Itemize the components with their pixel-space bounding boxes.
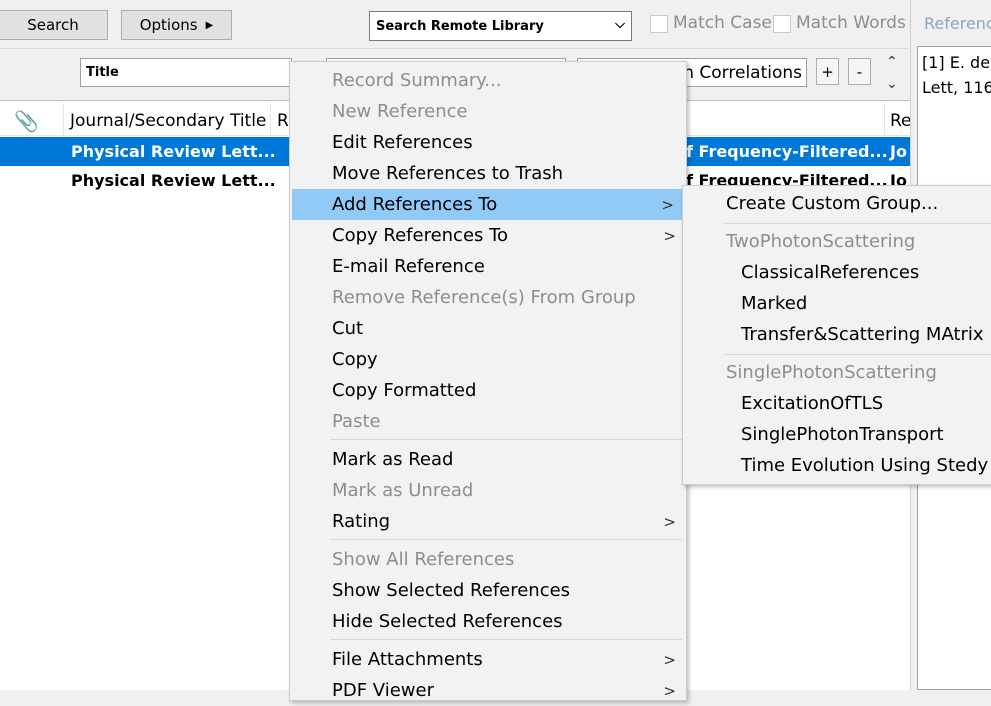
menu-item-label: Cut [332, 318, 364, 339]
triangle-right-icon: ▶ [205, 19, 214, 31]
menu-item-remove-from-group[interactable]: Remove Reference(s) From Group [290, 282, 686, 313]
menu-separator [330, 639, 682, 640]
search-field-select[interactable]: Title [80, 58, 292, 87]
group-item[interactable]: Time Evolution Using Stedy R [741, 455, 991, 476]
menu-item-label: Record Summary... [332, 70, 502, 91]
reference-tab[interactable]: Reference [924, 14, 991, 33]
submenu-separator [723, 223, 991, 224]
create-custom-group-item[interactable]: Create Custom Group... [726, 193, 938, 214]
menu-item-new-reference[interactable]: New Reference [290, 96, 686, 127]
menu-item-copy-references-to[interactable]: Copy References To > [290, 220, 686, 251]
chevron-down-icon: ⌵ [615, 17, 625, 32]
menu-item-label: Paste [332, 411, 381, 432]
menu-item-move-to-trash[interactable]: Move References to Trash [290, 158, 686, 189]
menu-item-file-attachments[interactable]: File Attachments > [290, 644, 686, 675]
paperclip-icon[interactable]: 📎 [14, 109, 39, 133]
menu-item-label: Mark as Read [332, 449, 454, 470]
menu-item-copy[interactable]: Copy [290, 344, 686, 375]
column-header-re[interactable]: Re [890, 111, 912, 131]
menu-item-label: Copy References To [332, 225, 509, 246]
menu-item-label: File Attachments [332, 649, 483, 670]
chevron-right-icon: > [663, 650, 676, 669]
menu-item-label: Show Selected References [332, 580, 571, 601]
remote-library-select-value: Search Remote Library [376, 18, 544, 34]
menu-item-copy-formatted[interactable]: Copy Formatted [290, 375, 686, 406]
chevron-right-icon: > [663, 226, 676, 245]
menu-item-label: Hide Selected References [332, 611, 563, 632]
menu-item-label: Copy [332, 349, 378, 370]
options-button[interactable]: Options ▶ [121, 10, 232, 40]
menu-item-label: Rating [332, 511, 391, 532]
menu-item-label: E-mail Reference [332, 256, 485, 277]
options-button-label: Options [139, 16, 198, 34]
remote-library-select[interactable]: Search Remote Library ⌵ [369, 11, 632, 41]
menu-item-pdf-viewer[interactable]: PDF Viewer > [290, 675, 686, 706]
group-set-header: TwoPhotonScattering [726, 231, 916, 252]
menu-item-record-summary[interactable]: Record Summary... [290, 65, 686, 96]
menu-item-show-all[interactable]: Show All References [290, 544, 686, 575]
menu-item-label: Move References to Trash [332, 163, 564, 184]
citation-line-2: Lett, 116 [922, 78, 991, 97]
menu-item-label: Copy Formatted [332, 380, 477, 401]
add-row-button[interactable]: + [816, 58, 839, 85]
match-case-label: Match Case [673, 13, 772, 33]
group-item[interactable]: ExcitationOfTLS [741, 393, 883, 414]
group-item[interactable]: SinglePhotonTransport [741, 424, 944, 445]
row-re: Jo [890, 142, 907, 161]
context-menu: Record Summary... New Reference Edit Ref… [289, 61, 687, 701]
minus-label: - [856, 62, 863, 81]
column-header-r[interactable]: R [277, 111, 289, 131]
column-header-journal[interactable]: Journal/Secondary Title [70, 111, 266, 131]
search-button[interactable]: Search [0, 10, 108, 40]
match-case-checkbox[interactable] [650, 15, 668, 33]
remove-row-button[interactable]: - [848, 58, 871, 85]
chevron-right-icon: > [663, 512, 676, 531]
toolbar-divider [0, 48, 908, 49]
add-to-group-submenu: Create Custom Group... TwoPhotonScatteri… [682, 185, 991, 485]
menu-item-email-reference[interactable]: E-mail Reference [290, 251, 686, 282]
menu-item-edit-references[interactable]: Edit References [290, 127, 686, 158]
menu-item-label: Show All References [332, 549, 515, 570]
citation-line-1: [1] E. del [922, 53, 991, 72]
row-journal: Physical Review Lett... [71, 171, 276, 190]
search-button-label: Search [27, 16, 79, 34]
group-item[interactable]: ClassicalReferences [741, 262, 919, 283]
menu-separator [330, 439, 682, 440]
group-item[interactable]: Transfer&Scattering MAtrix [741, 324, 984, 345]
match-words-checkbox[interactable] [773, 15, 791, 33]
chevron-right-icon: > [663, 681, 676, 700]
menu-item-cut[interactable]: Cut [290, 313, 686, 344]
group-item[interactable]: Marked [741, 293, 807, 314]
search-field-value: Title [86, 65, 119, 80]
menu-item-show-selected[interactable]: Show Selected References [290, 575, 686, 606]
chevron-down-small-icon[interactable]: ⌄ [886, 76, 898, 92]
menu-item-label: Remove Reference(s) From Group [332, 287, 636, 308]
menu-item-add-references-to[interactable]: Add References To > [292, 189, 684, 220]
menu-separator [330, 539, 682, 540]
menu-item-label: Mark as Unread [332, 480, 474, 501]
chevron-right-icon: > [661, 195, 674, 214]
menu-item-hide-selected[interactable]: Hide Selected References [290, 606, 686, 637]
row-journal: Physical Review Lett... [71, 142, 276, 161]
row-title: f Frequency-Filtered... [686, 142, 888, 161]
menu-item-label: Add References To [332, 194, 498, 215]
menu-item-paste[interactable]: Paste [290, 406, 686, 437]
chevron-up-icon[interactable]: ⌃ [886, 54, 898, 70]
group-set-header: SinglePhotonScattering [726, 362, 937, 383]
menu-item-label: New Reference [332, 101, 468, 122]
menu-item-rating[interactable]: Rating > [290, 506, 686, 537]
match-words-label: Match Words [796, 13, 906, 33]
menu-item-label: PDF Viewer [332, 680, 434, 701]
menu-item-mark-as-unread[interactable]: Mark as Unread [290, 475, 686, 506]
plus-label: + [821, 62, 834, 81]
submenu-separator [723, 354, 991, 355]
menu-item-label: Edit References [332, 132, 473, 153]
menu-item-mark-as-read[interactable]: Mark as Read [290, 444, 686, 475]
